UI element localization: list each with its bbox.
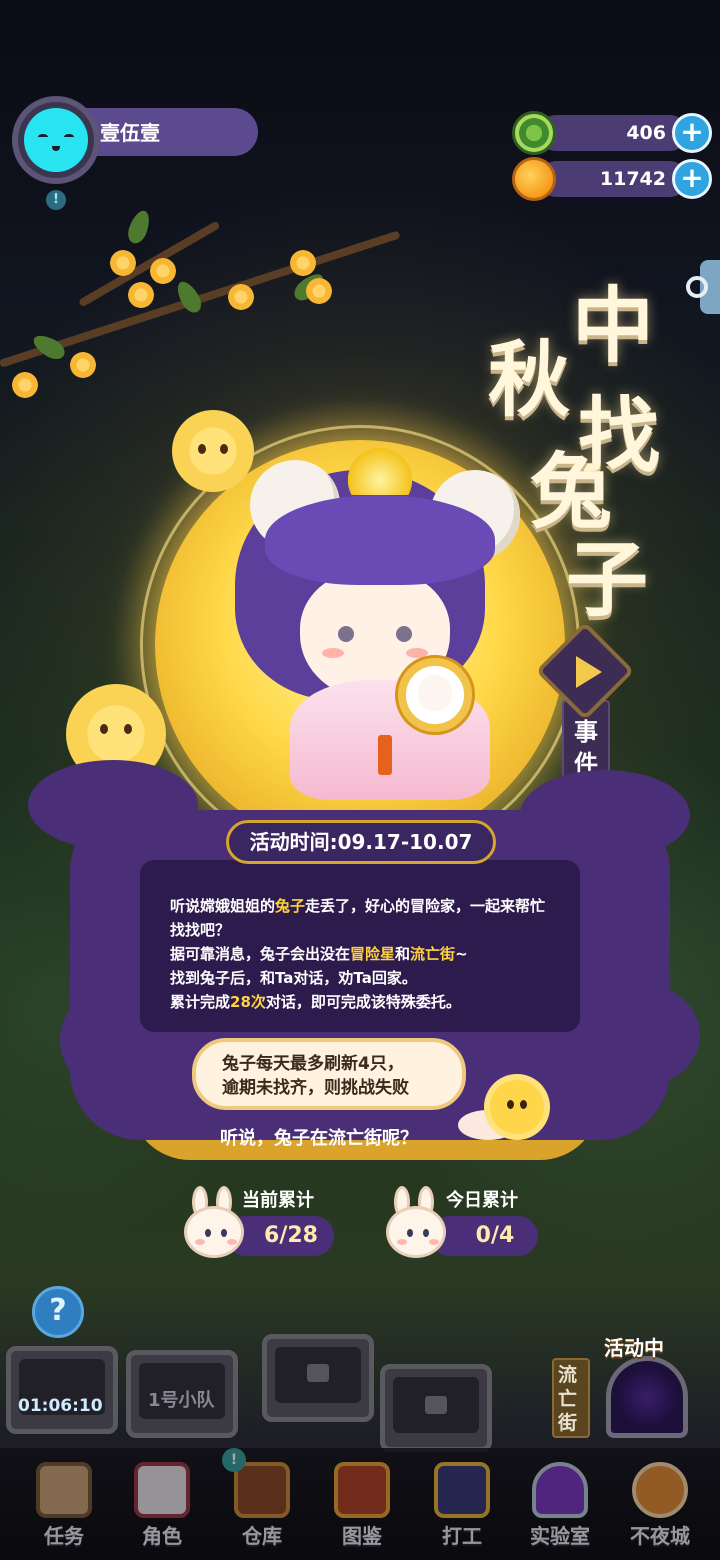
nav-label: 任务 [44, 1524, 84, 1548]
character-portrait-icon [134, 1462, 190, 1518]
work-screen-icon [434, 1462, 490, 1518]
nav-tasks[interactable]: 任务 [16, 1458, 112, 1554]
add-gem-button[interactable]: + [672, 113, 712, 153]
side-tab[interactable] [686, 260, 720, 314]
avatar-eye [64, 134, 74, 140]
nav-label: 打工 [442, 1524, 482, 1548]
fox-city-icon [632, 1462, 688, 1518]
nav-label: 图鉴 [342, 1524, 382, 1548]
player-avatar[interactable] [24, 108, 88, 172]
avatar-mouth [52, 146, 60, 151]
lab-flask-icon [532, 1462, 588, 1518]
treasure-chest-icon [234, 1462, 290, 1518]
nav-label: 不夜城 [630, 1524, 690, 1548]
coin-balance: 11742 [538, 161, 688, 197]
nav-label: 角色 [142, 1524, 182, 1548]
nav-label: 实验室 [530, 1524, 590, 1548]
nav-characters[interactable]: 角色 [114, 1458, 210, 1554]
nav-collection[interactable]: 图鉴 [314, 1458, 410, 1554]
orange-planet-coin-icon [512, 157, 556, 201]
alert-icon[interactable]: ! [46, 190, 66, 210]
nav-lab[interactable]: 实验室 [512, 1458, 608, 1554]
add-coin-button[interactable]: + [672, 159, 712, 199]
nav-work[interactable]: 打工 [414, 1458, 510, 1554]
clipboard-icon [36, 1462, 92, 1518]
gem-balance: 406 [538, 115, 688, 151]
ring-icon [686, 276, 708, 298]
book-icon [334, 1462, 390, 1518]
alert-icon: ! [222, 1448, 246, 1472]
nav-night-city[interactable]: 不夜城 [612, 1458, 708, 1554]
nav-label: 仓库 [242, 1524, 282, 1548]
avatar-ear [24, 108, 50, 126]
modal-dim-overlay[interactable] [0, 0, 720, 1560]
nav-warehouse[interactable]: 仓库 [214, 1458, 310, 1554]
avatar-eye [38, 134, 48, 140]
green-gem-coin-icon [512, 111, 556, 155]
player-name: 壹伍壹 [100, 121, 160, 145]
